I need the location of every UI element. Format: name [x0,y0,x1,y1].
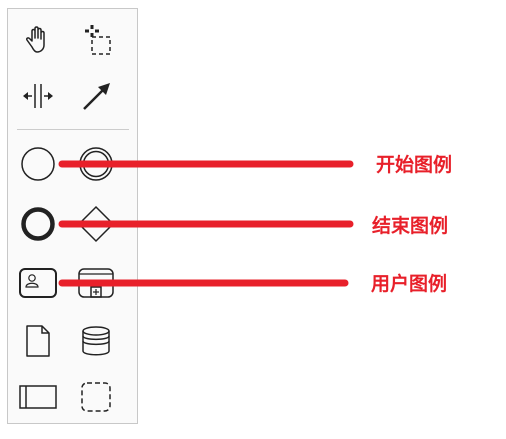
start-event-icon [21,147,55,181]
space-tool-icon [23,84,53,108]
end-event-icon [21,207,55,241]
data-object-icon [26,325,50,357]
space-tool-button[interactable] [18,76,58,116]
user-task-icon [19,268,57,298]
palette-separator [17,129,129,130]
connect-arrow-icon [83,83,110,110]
subprocess-icon [78,268,114,298]
lasso-tool-button[interactable] [76,19,116,59]
pool-button[interactable] [18,377,58,417]
data-object-button[interactable] [18,321,58,361]
hand-icon [26,26,45,53]
gateway-diamond-icon [77,205,115,243]
subprocess-button[interactable] [76,263,116,303]
lasso-select-icon [85,25,111,55]
data-store-icon [82,326,110,356]
annotation-label-start: 开始图例 [376,154,453,176]
user-task-button[interactable] [18,263,58,303]
annotation-label-end: 结束图例 [372,215,449,237]
hand-tool-button[interactable] [18,19,58,59]
gateway-button[interactable] [76,204,116,244]
group-icon [81,382,111,412]
group-button[interactable] [76,377,116,417]
intermediate-event-icon [79,147,113,181]
data-store-button[interactable] [76,321,116,361]
start-event-button[interactable] [18,144,58,184]
global-connect-tool-button[interactable] [76,76,116,116]
annotation-label-user: 用户图例 [371,273,448,295]
pool-lane-icon [19,385,57,409]
intermediate-event-button[interactable] [76,144,116,184]
bpmn-palette [7,8,138,424]
end-event-button[interactable] [18,204,58,244]
